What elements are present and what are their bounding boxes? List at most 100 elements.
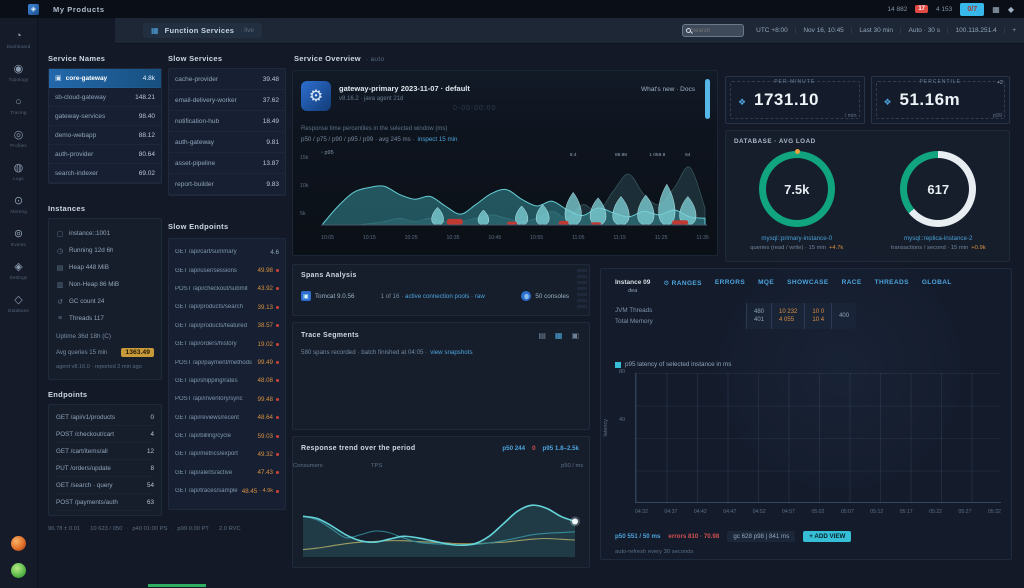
- response-time-chart[interactable]: 8.489.881 059.864: [317, 149, 711, 233]
- power-icon[interactable]: ◆: [1008, 5, 1014, 14]
- service-list-item[interactable]: auth-provider 80.64: [49, 145, 161, 164]
- slow-service-item[interactable]: email-delivery-worker 37.62: [169, 90, 285, 111]
- metric-label: Avg queries 15 min: [56, 350, 107, 356]
- console-icon: ◍: [521, 291, 531, 301]
- nav-chip-function-services[interactable]: ▦ Function Services · live: [143, 23, 262, 38]
- slow-endpoint-row[interactable]: GET /api/billing/cycle 59.03: [175, 427, 279, 445]
- header-link[interactable]: What's new · Docs: [641, 86, 695, 93]
- sidebar-item[interactable]: ◇ Database: [8, 294, 29, 313]
- slow-endpoint-row[interactable]: GET /api/metrics/export 49.32: [175, 445, 279, 463]
- endpoint-row[interactable]: GET /search · query 54: [56, 477, 154, 494]
- slow-service-item[interactable]: report-builder 9.83: [169, 174, 285, 195]
- toolbar-item[interactable]: Last 30 min: [844, 27, 893, 34]
- orange-app-icon[interactable]: [11, 536, 26, 551]
- endpoint-row[interactable]: POST /checkout/cart 4: [56, 426, 154, 443]
- tab-instance[interactable]: Instance 09 dea: [615, 279, 650, 294]
- sidebar-item[interactable]: ◔ Dashboard: [7, 30, 31, 49]
- latency-grid-chart[interactable]: [635, 373, 1001, 503]
- slow-endpoint-row[interactable]: GET /api/orders/history 19.02: [175, 335, 279, 353]
- slow-endpoint-row[interactable]: POST /api/inventory/sync 99.48: [175, 390, 279, 408]
- metric-tab[interactable]: RACE: [842, 279, 862, 287]
- list-view-icon[interactable]: ▤: [538, 331, 546, 340]
- slow-endpoint-row[interactable]: GET /api/user/sessions 49.98: [175, 261, 279, 279]
- stat-card[interactable]: PERCENTILE ❖ 51.16m p99 +2: [871, 76, 1011, 124]
- sidebar-icon: ⊙: [14, 195, 23, 207]
- view-snapshots-link[interactable]: view snapshots: [430, 349, 472, 356]
- metric-chip[interactable]: + ADD VIEW: [803, 531, 851, 542]
- x-tick: 11:35: [696, 235, 709, 241]
- service-list-item[interactable]: sb-cloud-gateway 148.21: [49, 88, 161, 107]
- endpoint-row[interactable]: GET /api/v1/products 0: [56, 409, 154, 426]
- search-input[interactable]: [691, 28, 740, 34]
- grid-icon[interactable]: ▦: [992, 5, 1000, 14]
- trend-col-label: p50 / ms: [561, 463, 583, 469]
- instance-attr-row[interactable]: ◷ Running 12d 6h: [56, 242, 154, 259]
- sidebar-item[interactable]: ◈ Settings: [10, 261, 28, 280]
- metric-chip[interactable]: errors 810 · 70.98: [668, 533, 719, 540]
- sidebar-item[interactable]: ○ Tracing: [10, 96, 26, 115]
- trend-chart[interactable]: [299, 477, 585, 561]
- endpoint-row[interactable]: PUT /orders/update 8: [56, 460, 154, 477]
- slow-endpoint-row[interactable]: GET /api/traces/sample 48.45 · 4.9k: [175, 482, 279, 500]
- slow-endpoint-row[interactable]: POST /api/checkout/submit 43.92: [175, 280, 279, 298]
- instance-link[interactable]: mysql::primary-instance-0: [761, 235, 832, 242]
- sidebar-item[interactable]: ⊚ Events: [11, 228, 26, 247]
- x-tick: 10:05: [321, 235, 334, 241]
- instance-attr-row[interactable]: ≡ Threads 117: [56, 310, 154, 327]
- chart-view-icon[interactable]: ▦: [555, 331, 563, 340]
- toolbar-item[interactable]: UTC +8:00: [756, 27, 788, 34]
- notification-badge[interactable]: 17: [915, 5, 928, 13]
- slow-endpoint-row[interactable]: POST /api/payment/methods 99.49: [175, 353, 279, 371]
- spans-mid-link[interactable]: active connection pools · raw: [405, 293, 485, 300]
- service-list-item[interactable]: ▣ core-gateway 4.8k: [49, 69, 161, 88]
- metric-chips: p50 551 / 50 ms errors 810 · 70.98 gc 628 …: [615, 531, 851, 542]
- toolbar-item[interactable]: +: [997, 27, 1016, 34]
- instance-attr-row[interactable]: ▢ instance::1001: [56, 225, 154, 242]
- slow-endpoint-row[interactable]: GET /api/alerts/active 47.43: [175, 464, 279, 482]
- panel-scroll-stripes[interactable]: [577, 269, 587, 311]
- stat-card[interactable]: PER MINUTE ❖ 1731.10 / min: [725, 76, 865, 124]
- toolbar-item[interactable]: 100.118.251.4: [940, 27, 997, 34]
- metric-tab[interactable]: ⚙RANGES: [663, 279, 701, 287]
- instance-attr-row[interactable]: ▤ Heap 448 MiB: [56, 259, 154, 276]
- search-box[interactable]: [682, 24, 744, 37]
- sidebar-item[interactable]: ◍ Logs: [13, 162, 24, 181]
- expand-view-icon[interactable]: ▣: [571, 331, 579, 340]
- endpoint-row[interactable]: GET /cart/items/all 12: [56, 443, 154, 460]
- instance-attr-row[interactable]: ▥ Non-Heap 86 MiB: [56, 276, 154, 293]
- service-list-item[interactable]: demo-webapp 88.12: [49, 126, 161, 145]
- slow-endpoint-name: GET /api/user/sessions: [175, 268, 254, 274]
- sidebar-icon: ◇: [14, 294, 22, 306]
- metric-tab[interactable]: GLOBAL: [922, 279, 952, 287]
- metric-tab[interactable]: ERRORS: [715, 279, 745, 287]
- slow-service-item[interactable]: auth-gateway 9.81: [169, 132, 285, 153]
- metric-tab[interactable]: THREADS: [875, 279, 909, 287]
- toolbar-item[interactable]: Auto · 30 s: [893, 27, 940, 34]
- instance-attr-row[interactable]: ↺ GC count 24: [56, 293, 154, 310]
- slow-endpoint-row[interactable]: GET /api/shipping/rates 48.08: [175, 372, 279, 390]
- slow-endpoint-row[interactable]: GET /api/products/search 39.13: [175, 298, 279, 316]
- toolbar-item[interactable]: Nov 16, 10:45: [788, 27, 844, 34]
- slow-endpoint-value: 48.08: [258, 377, 279, 384]
- sidebar-item[interactable]: ⊙ Alerting: [10, 195, 27, 214]
- inspect-link[interactable]: inspect 15 min: [418, 136, 458, 143]
- metric-tab[interactable]: SHOWCASE: [787, 279, 828, 287]
- slow-service-item[interactable]: cache-provider 39.48: [169, 69, 285, 90]
- sidebar-item[interactable]: ◉ Topology: [9, 63, 29, 82]
- slow-endpoint-row[interactable]: GET /api/reviews/recent 48.64: [175, 409, 279, 427]
- instance-link[interactable]: mysql::replica-instance-2: [904, 235, 972, 242]
- slow-service-item[interactable]: notification-hub 18.49: [169, 111, 285, 132]
- sidebar-item[interactable]: ◎ Profiles: [10, 129, 27, 148]
- slow-endpoint-row[interactable]: GET /api/cart/summary 4.6: [175, 243, 279, 261]
- metric-chip[interactable]: p50 551 / 50 ms: [615, 533, 660, 540]
- scrollbar-thumb[interactable]: [705, 79, 710, 119]
- service-list-item[interactable]: search-indexer 69.02: [49, 164, 161, 183]
- metric-tab[interactable]: MQE: [758, 279, 774, 287]
- metric-chip[interactable]: gc 628 p98 | 841 ms: [727, 531, 795, 542]
- endpoint-row[interactable]: POST /payments/auth 63: [56, 494, 154, 511]
- slow-endpoint-row[interactable]: GET /api/products/featured 38.57: [175, 317, 279, 335]
- quota-chip-button[interactable]: 0/7: [960, 3, 984, 16]
- green-app-icon[interactable]: [11, 563, 26, 578]
- service-list-item[interactable]: gateway-services 98.40: [49, 107, 161, 126]
- slow-service-item[interactable]: asset-pipeline 13.87: [169, 153, 285, 174]
